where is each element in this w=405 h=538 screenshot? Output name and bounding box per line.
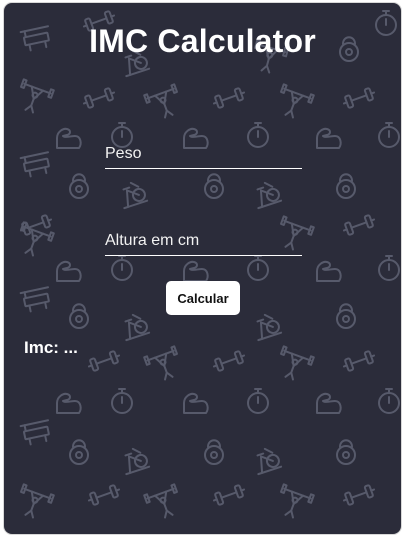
calculate-button[interactable]: Calcular bbox=[166, 281, 240, 315]
page-title: IMC Calculator bbox=[89, 23, 316, 59]
peso-field[interactable] bbox=[105, 140, 302, 169]
fitness-pattern-background bbox=[13, 8, 400, 523]
peso-input[interactable] bbox=[105, 140, 302, 168]
app-window: IMC Calculator Calcular Imc: ... bbox=[4, 3, 401, 534]
altura-field[interactable] bbox=[105, 227, 302, 256]
altura-input[interactable] bbox=[105, 227, 302, 255]
imc-result: Imc: ... bbox=[24, 338, 78, 357]
